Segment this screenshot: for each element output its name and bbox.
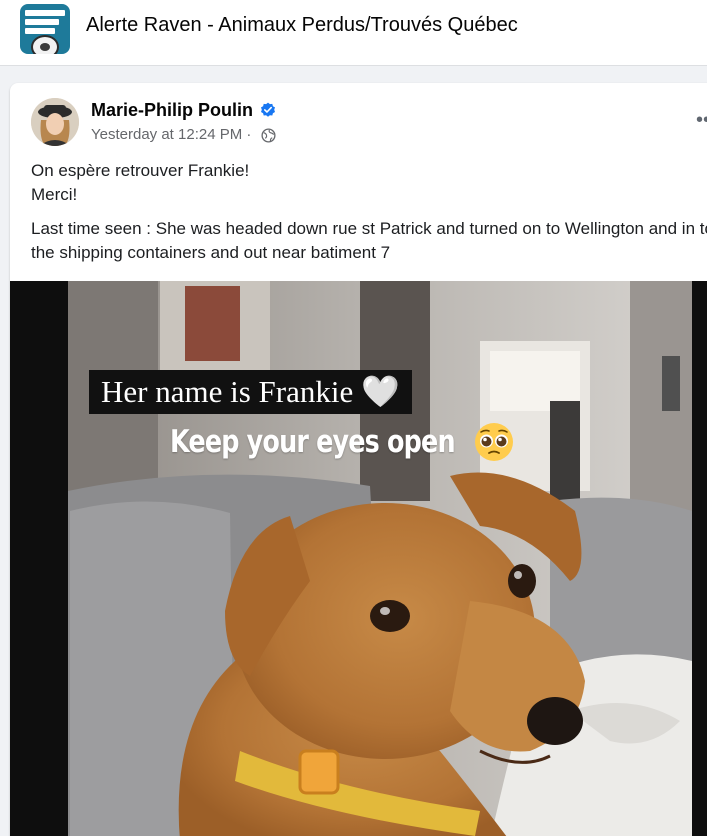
more-options-icon[interactable]: ••• bbox=[696, 109, 707, 132]
verified-badge-icon bbox=[261, 102, 275, 117]
author-name[interactable]: Marie-Philip Poulin bbox=[91, 100, 253, 121]
pleading-face-emoji bbox=[475, 423, 513, 461]
group-logo[interactable] bbox=[20, 4, 70, 54]
author-avatar[interactable] bbox=[31, 98, 79, 146]
post-photo[interactable]: Her name is Frankie 🤍 Keep your eyes ope… bbox=[10, 281, 707, 836]
photo-caption-eyes: Keep your eyes open bbox=[170, 424, 456, 460]
post-text-line: Last time seen : She was headed down rue… bbox=[31, 219, 707, 262]
post-timestamp[interactable]: Yesterday at 12:24 PM · bbox=[91, 126, 251, 143]
group-name[interactable]: Alerte Raven - Animaux Perdus/Trouvés Qu… bbox=[86, 14, 518, 37]
dog-photo bbox=[10, 281, 707, 836]
globe-icon bbox=[261, 128, 276, 143]
post-card: Marie-Philip Poulin Yesterday at 12:24 P… bbox=[10, 83, 707, 836]
photo-caption-name: Her name is Frankie 🤍 bbox=[89, 370, 412, 414]
group-header: Alerte Raven - Animaux Perdus/Trouvés Qu… bbox=[0, 0, 707, 66]
post-text-line: On espère retrouver Frankie! bbox=[31, 161, 250, 180]
post-text-line: Merci! bbox=[31, 185, 78, 204]
